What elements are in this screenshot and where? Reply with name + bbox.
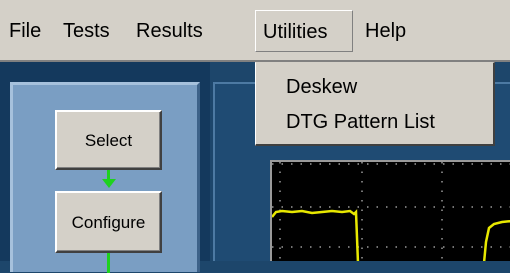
menu-item-dtg-pattern-list[interactable]: DTG Pattern List [286, 111, 435, 134]
menu-bar: File Tests Results Utilities Help [0, 0, 510, 62]
oscilloscope-display [270, 160, 510, 261]
flow-arrow-line-2 [107, 253, 110, 273]
waveform-trace-2 [482, 219, 510, 261]
menu-file[interactable]: File [2, 10, 48, 52]
nav-panel-background: Select Configure [0, 62, 210, 273]
utilities-dropdown-menu: Deskew DTG Pattern List [255, 62, 495, 146]
waveform-plot [272, 162, 510, 261]
configure-button[interactable]: Configure [55, 191, 162, 253]
menu-tests[interactable]: Tests [56, 10, 117, 52]
menu-utilities[interactable]: Utilities [255, 10, 353, 52]
navigation-panel: Select Configure [10, 82, 200, 273]
menu-results[interactable]: Results [129, 10, 210, 52]
waveform-trace [272, 209, 360, 261]
menu-help[interactable]: Help [358, 10, 413, 52]
menu-item-deskew[interactable]: Deskew [286, 76, 357, 99]
flow-arrow-down-icon [102, 179, 116, 188]
select-button[interactable]: Select [55, 110, 162, 170]
